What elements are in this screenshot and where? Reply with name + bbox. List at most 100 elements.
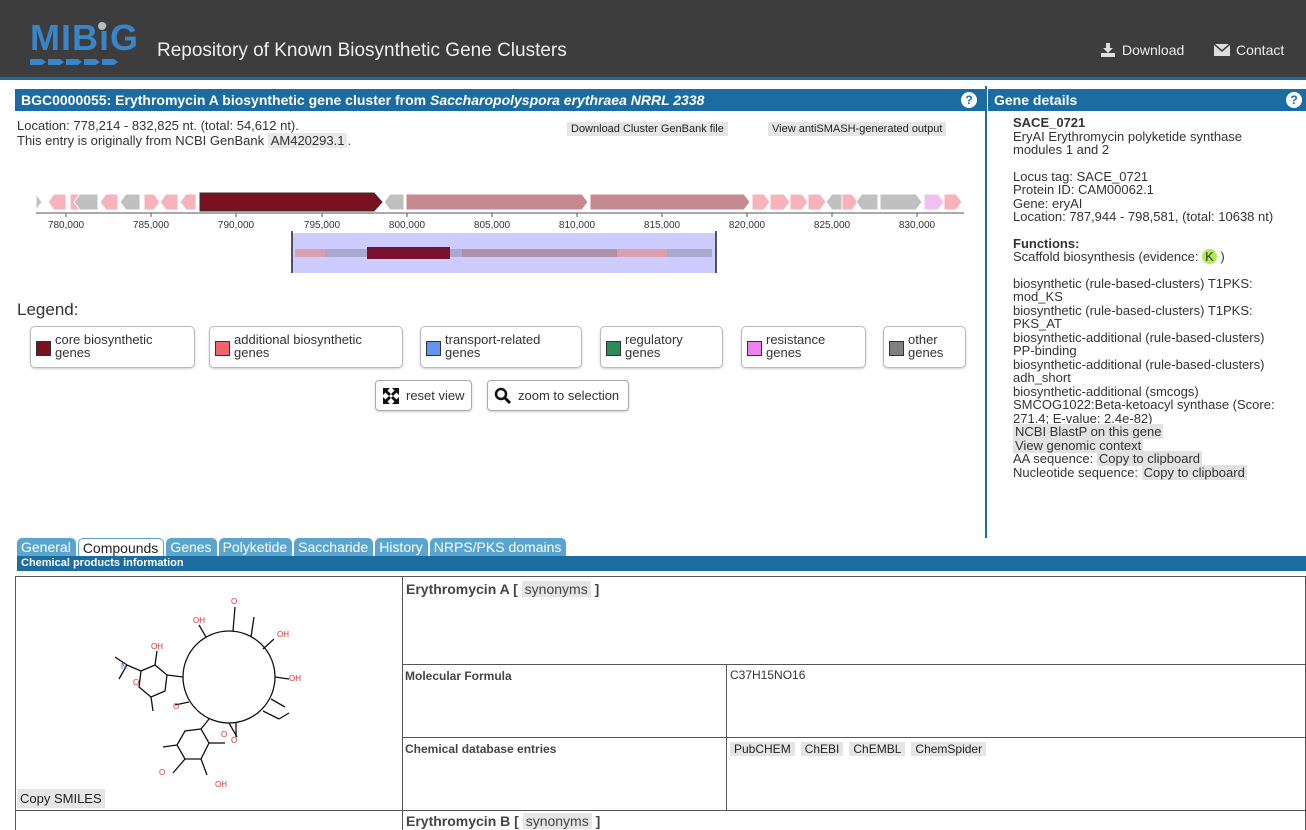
gene-arrow (179, 193, 197, 211)
chebi-link[interactable]: ChEBI (800, 742, 844, 756)
copy-nt-button[interactable]: Copy to clipboard (1141, 464, 1247, 480)
chemspider-link[interactable]: ChemSpider (911, 742, 987, 756)
gene-arrow (855, 193, 879, 211)
legend-label: other genes (908, 332, 944, 360)
tab-nrps-pks-domains[interactable]: NRPS/PKS domains (429, 538, 567, 556)
tab-saccharide[interactable]: Saccharide (294, 538, 374, 556)
gene-arrow (769, 193, 791, 211)
gene-arrow (159, 193, 179, 211)
zoom-to-selection-button[interactable]: zoom to selection (487, 380, 629, 411)
legend-transport-related[interactable]: transport-related genes (420, 326, 582, 368)
gene-arrow (807, 193, 827, 211)
legend-regulatory[interactable]: regulatory genes (600, 326, 723, 368)
logo-dot (98, 22, 106, 30)
svg-text:OH: OH (277, 630, 289, 639)
legend-resistance[interactable]: resistance genes (741, 326, 866, 368)
gene-arrow-core (589, 193, 751, 211)
legend-swatch-additional (215, 341, 230, 356)
antismash-button[interactable]: View antiSMASH-generated output (768, 122, 947, 136)
synonyms-button-2[interactable]: synonyms (522, 813, 592, 829)
legend-title: Legend: (17, 300, 79, 319)
gene-protein-id: Protein ID: CAM00062.1 (1013, 182, 1154, 197)
contact-label: Contact (1236, 42, 1285, 58)
annotation-line: biosynthetic-additional (rule-based-clus… (1013, 329, 1265, 345)
compound-name: Erythromycin A (406, 581, 510, 597)
db-links: PubCHEM ChEBI ChEMBL ChemSpider (730, 741, 992, 756)
magnifier-icon (494, 387, 512, 404)
reset-view-button[interactable]: reset view (375, 380, 472, 411)
download-label: Download (1122, 42, 1185, 58)
download-genbank-button[interactable]: Download Cluster GenBank file (567, 122, 728, 136)
legend-swatch-core (36, 341, 51, 356)
gene-arrow (751, 193, 771, 211)
legend-swatch-transport (426, 341, 441, 356)
tick-label: 790,000 (218, 220, 255, 231)
synonyms-button[interactable]: synonyms (521, 581, 591, 597)
function-line: Scaffold biosynthesis (evidence: K ) (1013, 249, 1225, 264)
svg-text:OH: OH (151, 642, 163, 651)
gene-arrow (923, 193, 945, 211)
zoom-selection[interactable] (291, 231, 717, 273)
annotation-line: adh_short (1013, 370, 1071, 385)
gene-arrow (35, 192, 43, 212)
legend-label: resistance genes (766, 332, 826, 360)
gene-name: SACE_0721 (1013, 115, 1086, 130)
top-header: MIBiG Repository of Known Biosynthetic G… (0, 0, 1306, 80)
compound-name-line: Erythromycin A [ synonyms ] (406, 581, 600, 597)
erythromycin-a-structure-image: OH O OH OH O OH O OH O O O N (114, 597, 301, 789)
svg-text:O: O (221, 730, 227, 739)
formula-label-cell: Molecular Formula (402, 664, 727, 738)
download-link[interactable]: Download (1100, 42, 1184, 58)
tick-label: 780,000 (48, 220, 85, 231)
annotation-line: 271.4; E-value: 2.4e-82) (1013, 410, 1153, 426)
annotation-line: biosynthetic-additional (rule-based-clus… (1013, 356, 1265, 372)
download-icon (1101, 43, 1115, 57)
gene-cluster-map[interactable]: 780,000 785,000 790,000 795,000 800,000 … (0, 185, 985, 280)
tab-compounds[interactable]: Compounds (77, 538, 165, 556)
gene-arrow-core-eryAI (199, 192, 383, 212)
gene-arrow (943, 193, 963, 211)
tab-bar: General Compounds Genes Polyketide Sacch… (17, 538, 568, 556)
tick-label: 815,000 (644, 220, 681, 231)
tick-label: 800,000 (389, 220, 426, 231)
formula-value-cell: C37H15NO16 (726, 664, 1306, 738)
gene-arrow (99, 193, 119, 211)
tab-genes[interactable]: Genes (166, 538, 217, 556)
origin-line: This entry is originally from NCBI GenBa… (17, 133, 351, 148)
blastp-button[interactable]: NCBI BlastP on this gene (1013, 424, 1164, 439)
zoom-to-selection-label: zoom to selection (518, 388, 620, 403)
legend-other[interactable]: other genes (883, 326, 966, 368)
tab-history[interactable]: History (375, 538, 428, 556)
gene-details-heading: Gene details (994, 92, 1078, 108)
logo-text: MIBiG (30, 17, 139, 58)
sidebar-divider (985, 86, 987, 538)
chembl-link[interactable]: ChEMBL (849, 742, 906, 756)
accession-link[interactable]: AM420293.1 (267, 133, 348, 148)
gene-arrows[interactable] (35, 192, 963, 212)
cluster-title: BGC0000055: Erythromycin A biosynthetic … (21, 92, 430, 108)
contact-link[interactable]: Contact (1214, 42, 1284, 58)
db-label-cell: Chemical database entries (402, 737, 727, 811)
cluster-title-bar: BGC0000055: Erythromycin A biosynthetic … (15, 89, 985, 111)
legend-swatch-other (889, 341, 904, 356)
legend-core-biosynthetic[interactable]: core biosynthetic genes (30, 326, 195, 368)
logo-arrows-icon (30, 59, 118, 65)
cluster-help-icon[interactable]: ? (961, 92, 977, 108)
pubchem-link[interactable]: PubCHEM (730, 742, 795, 756)
compound-name-line-2: Erythromycin B [ synonyms ] (406, 813, 601, 829)
annotation-line: mod_KS (1013, 289, 1063, 304)
accession-suffix: . (347, 133, 352, 148)
gene-details-help-icon[interactable]: ? (1286, 92, 1302, 108)
annotation-line: PKS_AT (1013, 316, 1062, 331)
copy-smiles-button[interactable]: Copy SMILES (17, 789, 105, 808)
tab-general[interactable]: General (17, 538, 76, 556)
gene-product-line2: modules 1 and 2 (1013, 142, 1110, 157)
gene-arrow (383, 193, 405, 211)
legend-label: regulatory genes (625, 332, 683, 360)
mibig-logo[interactable]: MIBiG (30, 17, 139, 65)
legend-additional-biosynthetic[interactable]: additional biosynthetic genes (209, 326, 403, 368)
tick-label: 810,000 (559, 220, 596, 231)
tab-polyketide[interactable]: Polyketide (218, 538, 293, 556)
tick-label: 825,000 (814, 220, 851, 231)
compound-name-2: Erythromycin B (406, 813, 511, 829)
